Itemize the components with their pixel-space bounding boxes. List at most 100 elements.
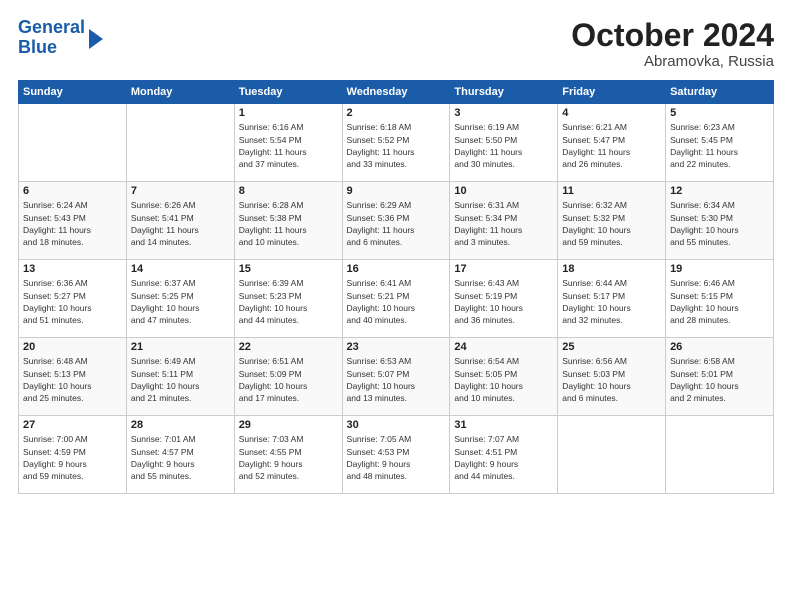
- day-cell: 2Sunrise: 6:18 AM Sunset: 5:52 PM Daylig…: [342, 104, 450, 182]
- logo-line1: General: [18, 18, 85, 38]
- day-number: 16: [347, 263, 446, 275]
- day-info: Sunrise: 6:21 AM Sunset: 5:47 PM Dayligh…: [562, 121, 661, 170]
- day-info: Sunrise: 6:51 AM Sunset: 5:09 PM Dayligh…: [239, 355, 338, 404]
- day-cell: 9Sunrise: 6:29 AM Sunset: 5:36 PM Daylig…: [342, 182, 450, 260]
- day-number: 5: [670, 107, 769, 119]
- day-info: Sunrise: 6:19 AM Sunset: 5:50 PM Dayligh…: [454, 121, 553, 170]
- day-number: 18: [562, 263, 661, 275]
- day-info: Sunrise: 6:48 AM Sunset: 5:13 PM Dayligh…: [23, 355, 122, 404]
- day-info: Sunrise: 6:18 AM Sunset: 5:52 PM Dayligh…: [347, 121, 446, 170]
- day-info: Sunrise: 7:00 AM Sunset: 4:59 PM Dayligh…: [23, 433, 122, 482]
- day-info: Sunrise: 7:03 AM Sunset: 4:55 PM Dayligh…: [239, 433, 338, 482]
- day-cell: 25 Sunrise: 6:56 AM Sunset: 5:03 PM Dayli…: [558, 338, 666, 416]
- day-number: 31: [454, 419, 553, 431]
- day-cell: 19 Sunrise: 6:46 AM Sunset: 5:15 PM Dayli…: [666, 260, 774, 338]
- day-info: Sunrise: 6:29 AM Sunset: 5:36 PM Dayligh…: [347, 199, 446, 248]
- logo: General Blue: [18, 18, 103, 58]
- day-cell: 1Sunrise: 6:16 AM Sunset: 5:54 PM Daylig…: [234, 104, 342, 182]
- day-number: 7: [131, 185, 230, 197]
- header-wednesday: Wednesday: [342, 81, 450, 104]
- location-title: Abramovka, Russia: [571, 53, 774, 70]
- day-info: Sunrise: 7:01 AM Sunset: 4:57 PM Dayligh…: [131, 433, 230, 482]
- day-cell: 5Sunrise: 6:23 AM Sunset: 5:45 PM Daylig…: [666, 104, 774, 182]
- header-friday: Friday: [558, 81, 666, 104]
- day-number: 23: [347, 341, 446, 353]
- header-saturday: Saturday: [666, 81, 774, 104]
- day-cell: 10 Sunrise: 6:31 AM Sunset: 5:34 PM Dayli…: [450, 182, 558, 260]
- day-info: Sunrise: 6:41 AM Sunset: 5:21 PM Dayligh…: [347, 277, 446, 326]
- day-cell: 3 Sunrise: 6:19 AM Sunset: 5:50 PM Daylig…: [450, 104, 558, 182]
- day-number: 6: [23, 185, 122, 197]
- day-info: Sunrise: 6:49 AM Sunset: 5:11 PM Dayligh…: [131, 355, 230, 404]
- day-cell: 15 Sunrise: 6:39 AM Sunset: 5:23 PM Dayli…: [234, 260, 342, 338]
- month-title: October 2024: [571, 18, 774, 53]
- calendar-header-row: Sunday Monday Tuesday Wednesday Thursday…: [19, 81, 774, 104]
- page: General Blue October 2024 Abramovka, Rus…: [0, 0, 792, 612]
- day-cell: 16 Sunrise: 6:41 AM Sunset: 5:21 PM Dayli…: [342, 260, 450, 338]
- logo-line2: Blue: [18, 38, 85, 58]
- day-cell: 18Sunrise: 6:44 AM Sunset: 5:17 PM Dayli…: [558, 260, 666, 338]
- day-info: Sunrise: 6:16 AM Sunset: 5:54 PM Dayligh…: [239, 121, 338, 170]
- day-number: 11: [562, 185, 661, 197]
- day-info: Sunrise: 6:28 AM Sunset: 5:38 PM Dayligh…: [239, 199, 338, 248]
- day-cell: 24 Sunrise: 6:54 AM Sunset: 5:05 PM Dayli…: [450, 338, 558, 416]
- header-thursday: Thursday: [450, 81, 558, 104]
- day-cell: [558, 416, 666, 494]
- day-cell: 13 Sunrise: 6:36 AM Sunset: 5:27 PM Dayli…: [19, 260, 127, 338]
- day-info: Sunrise: 6:43 AM Sunset: 5:19 PM Dayligh…: [454, 277, 553, 326]
- day-cell: 31Sunrise: 7:07 AM Sunset: 4:51 PM Dayli…: [450, 416, 558, 494]
- day-cell: 26Sunrise: 6:58 AM Sunset: 5:01 PM Dayli…: [666, 338, 774, 416]
- day-number: 15: [239, 263, 338, 275]
- day-number: 21: [131, 341, 230, 353]
- day-cell: 28 Sunrise: 7:01 AM Sunset: 4:57 PM Dayli…: [126, 416, 234, 494]
- day-number: 28: [131, 419, 230, 431]
- day-info: Sunrise: 6:54 AM Sunset: 5:05 PM Dayligh…: [454, 355, 553, 404]
- day-cell: 27 Sunrise: 7:00 AM Sunset: 4:59 PM Dayli…: [19, 416, 127, 494]
- week-row-5: 27 Sunrise: 7:00 AM Sunset: 4:59 PM Dayli…: [19, 416, 774, 494]
- day-info: Sunrise: 6:37 AM Sunset: 5:25 PM Dayligh…: [131, 277, 230, 326]
- day-info: Sunrise: 6:24 AM Sunset: 5:43 PM Dayligh…: [23, 199, 122, 248]
- day-number: 29: [239, 419, 338, 431]
- day-info: Sunrise: 6:26 AM Sunset: 5:41 PM Dayligh…: [131, 199, 230, 248]
- day-cell: 23 Sunrise: 6:53 AM Sunset: 5:07 PM Dayli…: [342, 338, 450, 416]
- day-cell: 20Sunrise: 6:48 AM Sunset: 5:13 PM Dayli…: [19, 338, 127, 416]
- day-number: 10: [454, 185, 553, 197]
- day-info: Sunrise: 6:46 AM Sunset: 5:15 PM Dayligh…: [670, 277, 769, 326]
- calendar-table: Sunday Monday Tuesday Wednesday Thursday…: [18, 80, 774, 494]
- day-cell: 29 Sunrise: 7:03 AM Sunset: 4:55 PM Dayli…: [234, 416, 342, 494]
- title-block: October 2024 Abramovka, Russia: [571, 18, 774, 70]
- week-row-4: 20Sunrise: 6:48 AM Sunset: 5:13 PM Dayli…: [19, 338, 774, 416]
- day-info: Sunrise: 6:58 AM Sunset: 5:01 PM Dayligh…: [670, 355, 769, 404]
- logo-arrow-icon: [89, 29, 103, 49]
- day-info: Sunrise: 6:36 AM Sunset: 5:27 PM Dayligh…: [23, 277, 122, 326]
- day-number: 25: [562, 341, 661, 353]
- day-info: Sunrise: 6:32 AM Sunset: 5:32 PM Dayligh…: [562, 199, 661, 248]
- day-number: 19: [670, 263, 769, 275]
- day-cell: 17 Sunrise: 6:43 AM Sunset: 5:19 PM Dayli…: [450, 260, 558, 338]
- day-number: 3: [454, 107, 553, 119]
- day-cell: 14Sunrise: 6:37 AM Sunset: 5:25 PM Dayli…: [126, 260, 234, 338]
- day-info: Sunrise: 6:39 AM Sunset: 5:23 PM Dayligh…: [239, 277, 338, 326]
- day-cell: 6 Sunrise: 6:24 AM Sunset: 5:43 PM Daylig…: [19, 182, 127, 260]
- day-number: 17: [454, 263, 553, 275]
- day-info: Sunrise: 6:34 AM Sunset: 5:30 PM Dayligh…: [670, 199, 769, 248]
- day-info: Sunrise: 7:05 AM Sunset: 4:53 PM Dayligh…: [347, 433, 446, 482]
- week-row-1: 1Sunrise: 6:16 AM Sunset: 5:54 PM Daylig…: [19, 104, 774, 182]
- day-info: Sunrise: 6:31 AM Sunset: 5:34 PM Dayligh…: [454, 199, 553, 248]
- day-number: 27: [23, 419, 122, 431]
- day-info: Sunrise: 6:56 AM Sunset: 5:03 PM Dayligh…: [562, 355, 661, 404]
- day-cell: [19, 104, 127, 182]
- day-number: 30: [347, 419, 446, 431]
- day-cell: 8Sunrise: 6:28 AM Sunset: 5:38 PM Daylig…: [234, 182, 342, 260]
- day-number: 13: [23, 263, 122, 275]
- day-cell: 7 Sunrise: 6:26 AM Sunset: 5:41 PM Daylig…: [126, 182, 234, 260]
- day-number: 22: [239, 341, 338, 353]
- header-sunday: Sunday: [19, 81, 127, 104]
- day-cell: 22 Sunrise: 6:51 AM Sunset: 5:09 PM Dayli…: [234, 338, 342, 416]
- day-number: 24: [454, 341, 553, 353]
- day-info: Sunrise: 6:53 AM Sunset: 5:07 PM Dayligh…: [347, 355, 446, 404]
- day-cell: 21 Sunrise: 6:49 AM Sunset: 5:11 PM Dayli…: [126, 338, 234, 416]
- day-cell: 4Sunrise: 6:21 AM Sunset: 5:47 PM Daylig…: [558, 104, 666, 182]
- header: General Blue October 2024 Abramovka, Rus…: [18, 18, 774, 70]
- day-cell: 11 Sunrise: 6:32 AM Sunset: 5:32 PM Dayli…: [558, 182, 666, 260]
